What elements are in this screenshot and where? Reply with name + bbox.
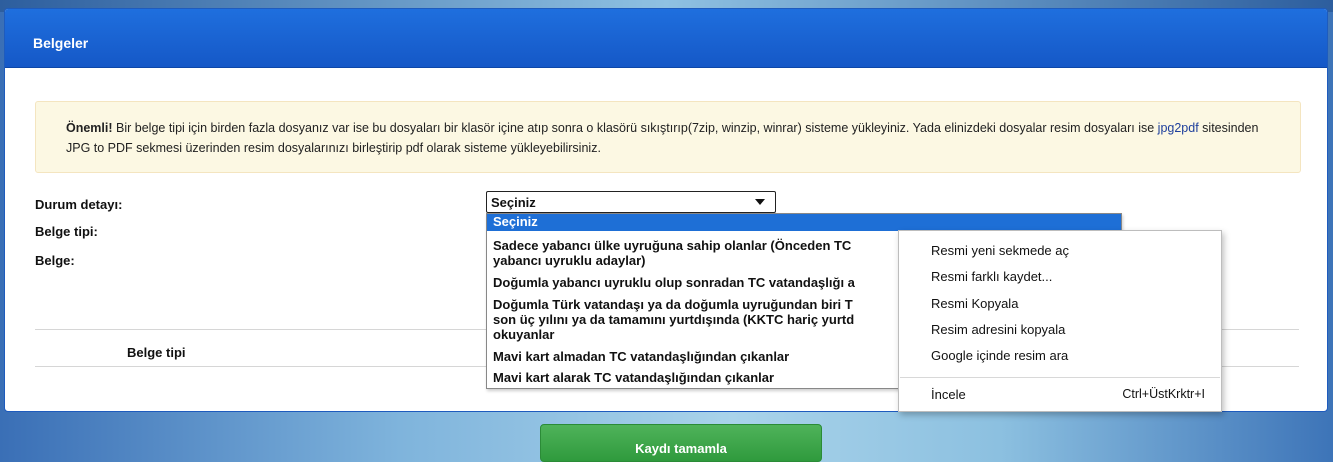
panel-header: Belgeler (5, 9, 1327, 68)
dropdown-option[interactable]: Seçiniz (487, 214, 1121, 231)
context-menu: Resmi yeni sekmede aç Resmi farklı kayde… (898, 230, 1222, 412)
context-menu-open-image-new-tab[interactable]: Resmi yeni sekmede aç (931, 243, 1069, 258)
context-menu-copy-image[interactable]: Resmi Kopyala (931, 296, 1018, 311)
complete-registration-button[interactable]: Kaydı tamamla (540, 424, 822, 462)
durum-detayi-label: Durum detayı: (35, 197, 123, 212)
select-current-value: Seçiniz (491, 195, 536, 210)
belge-label: Belge: (35, 253, 75, 268)
important-notice: Önemli! Bir belge tipi için birden fazla… (35, 101, 1301, 173)
context-menu-save-image-as[interactable]: Resmi farklı kaydet... (931, 269, 1052, 284)
notice-strong: Önemli! (66, 121, 113, 135)
notice-text-part1: Bir belge tipi için birden fazla dosyanı… (112, 121, 1158, 135)
table-header-belge-tipi: Belge tipi (127, 345, 186, 360)
context-menu-inspect-shortcut: Ctrl+ÜstKrktr+I (1122, 387, 1205, 401)
context-menu-search-image-google[interactable]: Google içinde resim ara (931, 348, 1068, 363)
notice-text: Önemli! Bir belge tipi için birden fazla… (66, 118, 1286, 158)
context-menu-separator (900, 377, 1220, 378)
context-menu-inspect[interactable]: İncele (931, 387, 966, 402)
belge-tipi-label: Belge tipi: (35, 224, 98, 239)
jpg2pdf-link[interactable]: jpg2pdf (1158, 121, 1199, 135)
context-menu-copy-image-address[interactable]: Resim adresini kopyala (931, 322, 1065, 337)
panel-title: Belgeler (33, 35, 89, 51)
chevron-down-icon (755, 199, 765, 205)
durum-detayi-select[interactable]: Seçiniz (486, 191, 776, 213)
